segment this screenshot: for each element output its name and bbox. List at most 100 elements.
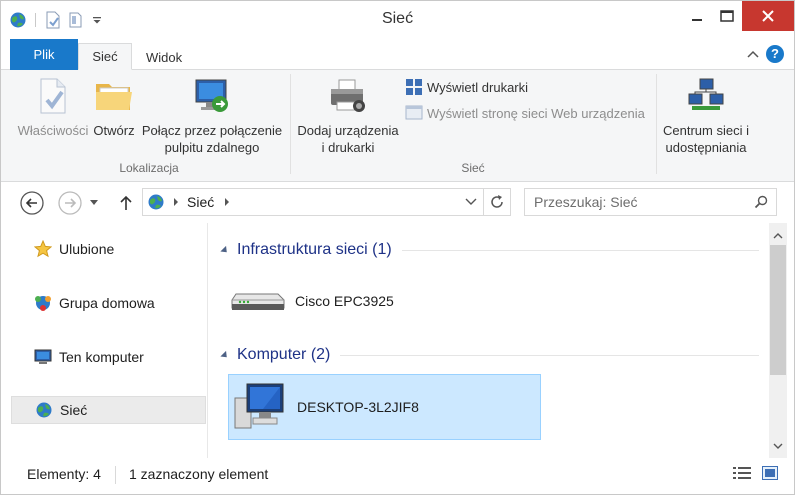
properties-button[interactable]: Właściwości — [17, 74, 89, 139]
sidebar-item-label: Ten komputer — [59, 349, 144, 365]
content-pane: Infrastruktura sieci (1) Cisco EPC3925 K… — [209, 223, 769, 458]
status-bar: Elementy: 4 1 zaznaczony element — [1, 458, 794, 494]
forward-button[interactable] — [57, 190, 83, 216]
scrollbar-thumb[interactable] — [770, 245, 786, 375]
title-bar: Sieć — [1, 1, 794, 39]
group-header-label: Infrastruktura sieci (1) — [237, 241, 392, 258]
network-center-button[interactable]: Centrum sieci i udostępniania — [660, 74, 752, 156]
tab-view[interactable]: Widok — [134, 44, 194, 70]
group-header-label: Komputer (2) — [237, 346, 331, 363]
properties-icon — [31, 74, 75, 118]
up-arrow-icon — [120, 195, 132, 210]
printer-icon — [326, 74, 370, 118]
group-separator — [656, 74, 657, 174]
group-label-location: Lokalizacja — [119, 161, 179, 175]
open-label: Otwórz — [93, 123, 135, 138]
printers-grid-icon — [406, 79, 422, 95]
refresh-button[interactable] — [483, 188, 511, 216]
search-input[interactable] — [525, 194, 745, 210]
add-devices-label-2: i drukarki — [321, 140, 375, 155]
tab-network[interactable]: Sieć — [78, 43, 132, 70]
recent-locations-button[interactable] — [87, 190, 101, 216]
details-view-button[interactable] — [732, 463, 752, 483]
vertical-scrollbar[interactable] — [769, 223, 787, 458]
ribbon: Właściwości Otwórz Połącz przez połączen… — [1, 70, 794, 182]
item-name: Cisco EPC3925 — [295, 293, 394, 309]
view-device-webpage-label: Wyświetl stronę sieci Web urządzenia — [427, 105, 645, 121]
back-arrow-icon — [20, 191, 44, 215]
details-view-icon — [733, 467, 751, 479]
chevron-down-icon — [90, 200, 98, 205]
properties-label: Właściwości — [17, 123, 89, 138]
remote-desktop-button[interactable]: Połącz przez połączenie pulpitu zdalnego — [141, 74, 283, 156]
router-icon — [229, 272, 287, 330]
search-box[interactable] — [524, 188, 777, 216]
star-icon — [33, 239, 53, 259]
network-globe-icon — [147, 193, 165, 211]
large-icons-view-icon — [762, 466, 778, 480]
group-header-infrastructure[interactable]: Infrastruktura sieci (1) — [219, 241, 759, 259]
group-header-computer[interactable]: Komputer (2) — [219, 346, 759, 364]
collapse-triangle-icon[interactable] — [220, 350, 230, 360]
sidebar-item-label: Grupa domowa — [59, 295, 155, 311]
webpage-icon — [405, 105, 423, 120]
network-globe-icon — [34, 400, 54, 420]
sidebar-item-network[interactable]: Sieć — [11, 396, 206, 424]
maximize-button[interactable] — [712, 1, 742, 31]
forward-arrow-icon — [58, 191, 82, 215]
up-button[interactable] — [113, 190, 139, 216]
list-item[interactable]: Cisco EPC3925 — [229, 273, 529, 329]
sidebar-item-this-pc[interactable]: Ten komputer — [11, 343, 206, 371]
group-divider — [340, 354, 759, 356]
sidebar-item-homegroup[interactable]: Grupa domowa — [11, 289, 206, 317]
help-icon[interactable]: ? — [766, 45, 784, 63]
collapse-ribbon-icon[interactable] — [746, 47, 760, 62]
add-devices-button[interactable]: Dodaj urządzenia i drukarki — [295, 74, 401, 156]
breadcrumb-separator-icon[interactable] — [222, 197, 232, 207]
view-printers-label: Wyświetl drukarki — [427, 79, 529, 95]
computer-icon — [231, 378, 289, 436]
close-button[interactable] — [742, 1, 794, 31]
close-icon — [762, 10, 774, 22]
network-center-label-2: udostępniania — [665, 140, 747, 155]
folder-open-icon — [92, 74, 136, 118]
breadcrumb-separator-icon — [174, 198, 178, 206]
item-name: DESKTOP-3L2JIF8 — [297, 399, 419, 415]
scroll-up-button[interactable] — [769, 227, 787, 244]
explorer-window: Sieć Plik Sieć Widok ? Właściwości Otwór… — [0, 0, 795, 495]
group-label-network: Sieć — [461, 161, 485, 175]
collapse-triangle-icon[interactable] — [220, 245, 230, 255]
address-bar[interactable]: Sieć — [142, 188, 484, 216]
sidebar-item-label: Ulubione — [59, 241, 115, 257]
selection-count: 1 zaznaczony element — [129, 466, 269, 482]
homegroup-icon — [33, 293, 53, 313]
open-button[interactable]: Otwórz — [91, 74, 137, 139]
list-item[interactable]: DESKTOP-3L2JIF8 — [228, 374, 541, 440]
navigation-pane: Ulubione Grupa domowa Ten komputer Sieć — [1, 223, 208, 458]
sidebar-item-favorites[interactable]: Ulubione — [11, 235, 206, 263]
large-icons-view-button[interactable] — [760, 463, 780, 483]
chevron-down-icon — [773, 443, 783, 449]
address-dropdown-icon[interactable] — [465, 198, 477, 206]
view-device-webpage-button[interactable]: Wyświetl stronę sieci Web urządzenia — [405, 104, 645, 122]
add-devices-label-1: Dodaj urządzenia — [297, 123, 399, 138]
ribbon-tabs: Plik Sieć Widok ? — [1, 39, 794, 70]
minimize-button[interactable] — [682, 1, 712, 31]
status-separator — [115, 466, 116, 484]
remote-desktop-label-1: Połącz przez połączenie — [141, 123, 283, 138]
view-printers-button[interactable]: Wyświetl drukarki — [405, 78, 528, 96]
group-separator — [290, 74, 291, 174]
refresh-icon — [491, 195, 503, 208]
scroll-down-button[interactable] — [769, 438, 787, 455]
window-title: Sieć — [381, 10, 414, 27]
remote-desktop-label-2: pulpitu zdalnego — [164, 140, 260, 155]
item-count: Elementy: 4 — [27, 466, 101, 482]
tab-file[interactable]: Plik — [10, 39, 78, 70]
back-button[interactable] — [19, 190, 45, 216]
breadcrumb-network[interactable]: Sieć — [187, 194, 214, 210]
remote-desktop-icon — [190, 74, 234, 118]
chevron-up-icon — [773, 233, 783, 239]
window-controls — [682, 1, 794, 31]
search-icon[interactable] — [754, 195, 768, 209]
group-divider — [401, 249, 759, 251]
